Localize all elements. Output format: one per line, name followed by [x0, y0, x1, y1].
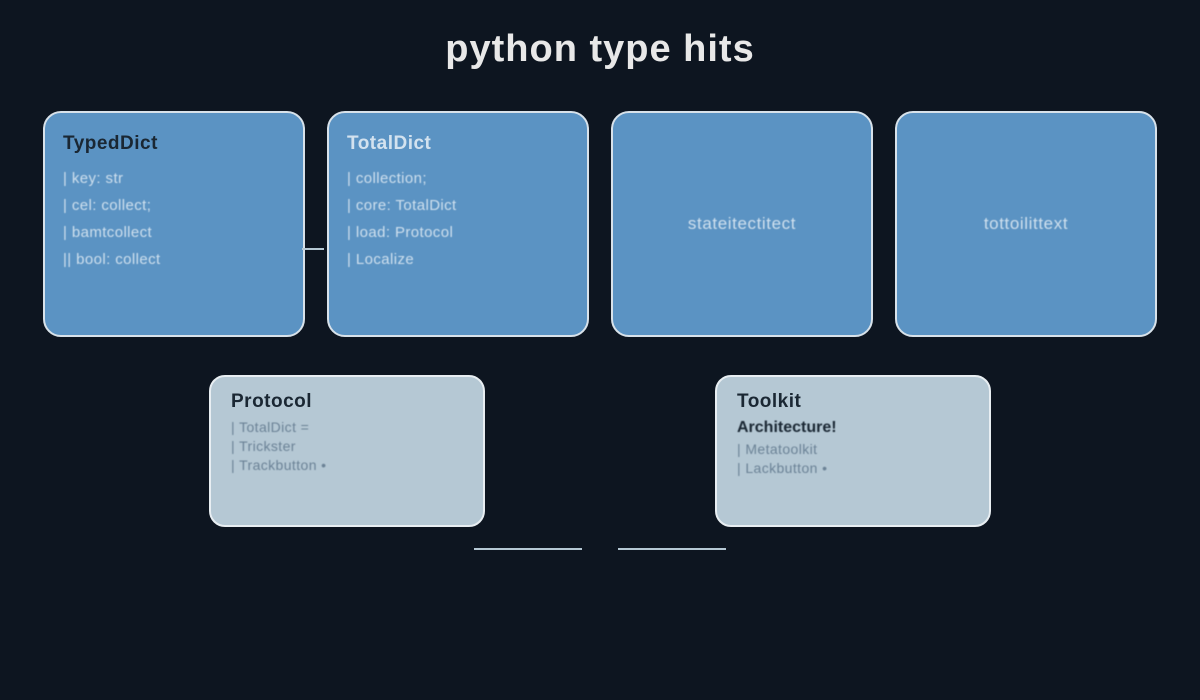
card-line: | collection; — [347, 170, 569, 187]
card-line: | core: TotalDict — [347, 197, 569, 214]
card-line: | Trickster — [231, 438, 463, 454]
card-line: | Lackbutton • — [737, 460, 969, 476]
connector-bottom-right — [618, 548, 726, 550]
card-line: | cel: collect; — [63, 197, 285, 214]
card-line: | Metatoolkit — [737, 441, 969, 457]
bottom-row: Protocol | TotalDict = | Trickster | Tra… — [0, 337, 1200, 527]
card-line: || bool: collect — [63, 251, 285, 268]
card-protocol: Protocol | TotalDict = | Trickster | Tra… — [209, 375, 485, 527]
card-stateitect: stateitectitect — [611, 111, 873, 337]
card-subheading: Architecture! — [737, 419, 969, 437]
card-line: | TotalDict = — [231, 419, 463, 435]
connector-top — [302, 248, 324, 250]
card-line: | load: Protocol — [347, 224, 569, 241]
card-heading: Toolkit — [737, 391, 969, 413]
diagram-title: python type hits — [0, 0, 1200, 81]
card-heading: TypedDict — [63, 133, 285, 155]
card-line: | bamtcollect — [63, 224, 285, 241]
card-totaldict: TotalDict | collection; | core: TotalDic… — [327, 111, 589, 337]
card-typeddict: TypedDict | key: str | cel: collect; | b… — [43, 111, 305, 337]
card-totto: tottoilittext — [895, 111, 1157, 337]
card-line: | Localize — [347, 251, 569, 268]
card-heading: TotalDict — [347, 133, 569, 155]
card-heading: Protocol — [231, 391, 463, 413]
card-center-text: stateitectitect — [688, 214, 796, 234]
card-toolkit: Toolkit Architecture! | Metatoolkit | La… — [715, 375, 991, 527]
connector-bottom-left — [474, 548, 582, 550]
top-row: TypedDict | key: str | cel: collect; | b… — [0, 81, 1200, 337]
card-center-text: tottoilittext — [984, 214, 1068, 234]
card-line: | Trackbutton • — [231, 457, 463, 473]
card-line: | key: str — [63, 170, 285, 187]
